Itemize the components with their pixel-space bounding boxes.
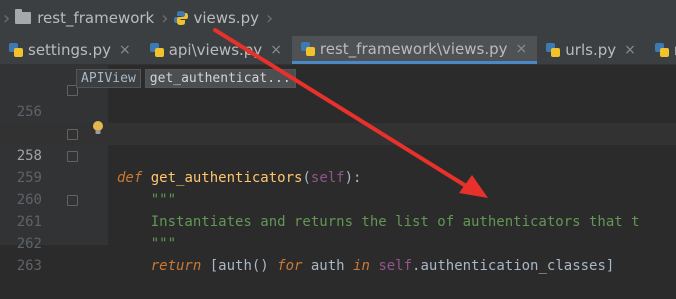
line-number: 263: [16, 258, 42, 274]
code-text: return [auth() for auth in self.authenti…: [150, 258, 615, 274]
annotation-arrow: [213, 28, 488, 198]
